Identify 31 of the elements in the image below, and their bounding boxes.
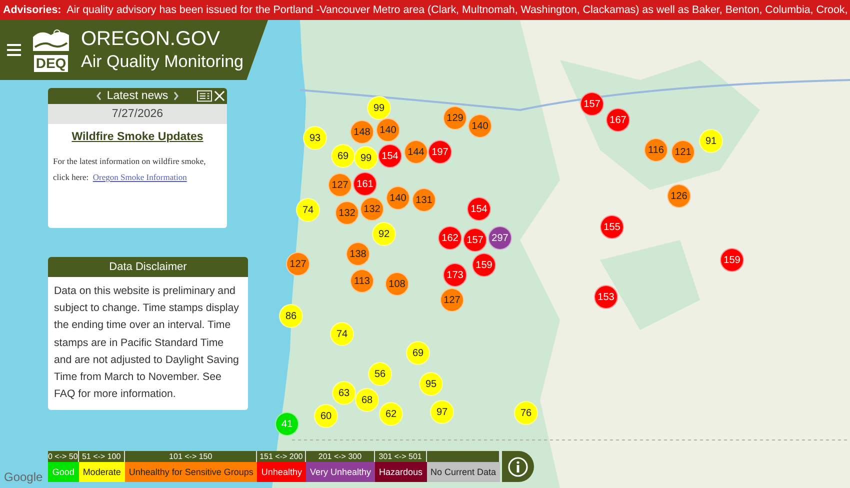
legend-label: Unhealthy for Sensitive Groups [124,462,258,482]
disclaimer-text: Data on this website is preliminary and subject to change. Time stamps display the ending time over an interval. Time stamps are in Pacific Standard Time and are not adjusted to Daylight Saving Time from March to November. See FAQ for more information. [53,284,240,402]
legend-label: Unhealthy [257,462,306,482]
close-icon[interactable] [214,90,225,102]
list-icon[interactable] [197,90,212,102]
info-button[interactable] [502,451,534,482]
disclaimer-title: Data Disclaimer [48,257,248,277]
chevron-right-icon [173,91,180,101]
legend-range: 151 <-> 200 [257,451,306,462]
legend-range: 201 <-> 300 [306,451,375,462]
news-text: For the latest information on wildfire smoke, click here: Oregon Smoke Information [53,155,207,184]
news-title: Latest news [106,90,168,102]
info-icon [508,456,528,476]
news-headline-link[interactable]: Wildfire Smoke Updates [72,131,204,143]
legend-label: Very Unhealthy [306,462,375,482]
legend-label: Hazardous [375,462,427,482]
legend-range: 101 <-> 150 [124,451,258,462]
chevron-left-icon [96,91,102,101]
site-name[interactable]: OREGON.GOV [81,29,244,50]
legend-range: 51 <-> 100 [78,451,125,462]
legend-range: 301 <-> 501 [375,451,427,462]
legend-range: 0 <-> 50 [48,451,79,462]
news-date: 7/27/2026 [48,104,227,124]
smoke-info-link[interactable]: Oregon Smoke Information [92,172,187,182]
legend-label: Moderate [78,462,125,482]
app-title: Air Quality Monitoring [81,53,244,71]
legend-label: Good [48,462,79,482]
legend-label: No Current Data [426,462,500,482]
menu-icon[interactable] [7,44,21,56]
advisory-text: Advisories: Air quality advisory has been issued for the Portland -Vancouver Metro area (Clark, Multnomah, Washington, Clackamas) as well as Baker, Benton, Columbia, Crook, [3,4,848,16]
map-attribution: Google [4,470,43,484]
